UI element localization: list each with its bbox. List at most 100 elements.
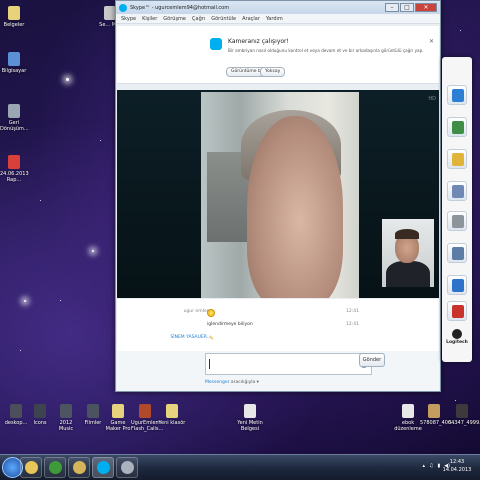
clock[interactable]: 12:43 14.04.2013 [437, 458, 477, 474]
folder-icon [8, 6, 20, 20]
desktop-icon-recycle-bin[interactable]: Geri Dönüşüm... [0, 104, 29, 132]
self-body [386, 261, 430, 287]
folder-icon [60, 404, 72, 418]
self-hair [395, 229, 419, 239]
image-file-icon [456, 404, 468, 418]
folder-icon [10, 404, 22, 418]
logitech-tool-record[interactable] [447, 301, 467, 321]
star [40, 200, 41, 201]
notice-close-icon[interactable]: ✕ [429, 38, 434, 45]
text-file-icon [244, 404, 256, 418]
desktop-icon-game-maker[interactable]: Game Maker Pro [104, 404, 132, 432]
taskbar-skype[interactable] [92, 457, 114, 478]
title-bar[interactable]: Skype™ - ugurcemlem94@hotmail.com – □ ✕ [116, 1, 440, 14]
ignore-button[interactable]: Yoksay [260, 67, 286, 77]
video-icon [452, 185, 464, 198]
smiley-emoticon-icon [207, 309, 215, 317]
remote-video [201, 92, 359, 298]
menu-view[interactable]: Görüntüle [211, 16, 236, 22]
chat-row: iglendirmeye biliyon 12:41 [117, 322, 439, 332]
taskbar-explorer[interactable] [20, 457, 42, 478]
camera-notice: Kameranız çalışıyor! Bir ambriyan nasıl … [117, 26, 439, 84]
star [66, 78, 69, 81]
logitech-logo: Logitech [444, 329, 470, 345]
chat-row: ugur emlem 12:41 [117, 309, 439, 319]
menu-tools[interactable]: Araçlar [242, 16, 260, 22]
typing-pencil-icon: ✎ [209, 335, 215, 342]
recycle-bin-icon [8, 104, 20, 118]
text-caret [209, 359, 210, 369]
explorer-icon [25, 461, 38, 474]
menu-skype[interactable]: Skype [121, 16, 136, 22]
taskbar-file-manager[interactable] [68, 457, 90, 478]
star [20, 350, 21, 351]
chat-time: 12:41 [346, 309, 359, 314]
menu-bar: Skype Kişiler Görüşme Çağrı Görüntüle Ar… [116, 14, 440, 24]
chrome-icon [49, 461, 62, 474]
logitech-tool-effects[interactable] [447, 149, 467, 169]
desktop-icon-new-folder[interactable]: Yeni klasör [158, 404, 186, 426]
video-call-area[interactable]: HD [117, 90, 439, 298]
desktop-icon-pdf[interactable]: 24.06.2013 Rap... [0, 155, 29, 183]
star [460, 30, 461, 31]
logitech-tool-video[interactable] [447, 181, 467, 201]
hd-badge: HD [428, 96, 436, 102]
compose-area: ☺ Gönder Messenger aracılığıyla ▾ [117, 351, 439, 391]
menu-help[interactable]: Yardım [266, 16, 283, 22]
remote-person-face [247, 116, 343, 298]
logitech-logo-icon [452, 329, 462, 339]
menu-conversation[interactable]: Görüşme [163, 16, 186, 22]
desktop-icon-music[interactable]: 2012 Music [52, 404, 80, 432]
logitech-tool-gallery[interactable] [447, 117, 467, 137]
computer-icon [8, 52, 20, 66]
gear-icon [452, 215, 464, 228]
taskbar: ▴ ♫ ▮ ◀) 12:43 14.04.2013 [0, 454, 480, 480]
maximize-button[interactable]: □ [400, 3, 414, 12]
skype-logo-icon [119, 3, 127, 12]
desktop-icon-text-document[interactable]: Yeni Metin Belgesi [236, 404, 264, 432]
window-title: Skype™ - ugurcemlem94@hotmail.com [130, 4, 230, 11]
message-input[interactable]: ☺ [205, 353, 372, 375]
taskbar-chrome[interactable] [44, 457, 66, 478]
desktop-icon-flash[interactable]: UgurEmlem Flash_Calis... [131, 404, 163, 432]
chat-sender: SİNEM YASAUER... [170, 335, 211, 340]
desktop-icon-documents[interactable]: Belgeler [0, 6, 28, 28]
clock-date: 14.04.2013 [442, 467, 472, 473]
desktop-icon-image-1[interactable]: 578087_400... [420, 404, 456, 426]
desktop-icon-computer[interactable]: Bilgisayar [0, 52, 28, 74]
logitech-tool-tasks[interactable] [447, 243, 467, 263]
menu-contacts[interactable]: Kişiler [142, 16, 157, 22]
close-button[interactable]: ✕ [415, 3, 437, 12]
desktop-icon-image-2[interactable]: 64347_4999... [448, 404, 480, 426]
self-preview-video[interactable] [382, 219, 434, 287]
user-icon [452, 89, 464, 102]
chat-message: iglendirmeye biliyon [207, 322, 253, 327]
star [92, 250, 94, 252]
logitech-sidebar: Logitech [442, 57, 472, 362]
taskbar-camera[interactable] [116, 457, 138, 478]
logitech-tool-user[interactable] [447, 85, 467, 105]
notice-text: Bir ambriyan nasıl olduğunu kontrol et v… [228, 48, 424, 53]
star [455, 400, 456, 401]
send-via-selector[interactable]: Messenger aracılığıyla ▾ [205, 380, 259, 385]
menu-call[interactable]: Çağrı [192, 16, 205, 22]
tray-expand-icon[interactable]: ▴ [422, 463, 425, 469]
send-button[interactable]: Gönder [359, 353, 385, 367]
notice-heading: Kameranız çalışıyor! [228, 38, 289, 45]
desktop-icon-icons[interactable]: Icons [26, 404, 54, 426]
logitech-label: Logitech [446, 340, 468, 345]
minimize-button[interactable]: – [385, 3, 399, 12]
desktop-icon-ebook[interactable]: ebok düzenleme [394, 404, 422, 432]
logitech-tool-settings[interactable] [447, 211, 467, 231]
logitech-tool-help[interactable] [447, 275, 467, 295]
tasks-icon [452, 247, 464, 260]
skype-window: Skype™ - ugurcemlem94@hotmail.com – □ ✕ … [115, 0, 441, 392]
chat-row: SİNEM YASAUER... ✎ [117, 335, 439, 345]
folder-icon [73, 461, 86, 474]
tray-audio-app-icon[interactable]: ♫ [429, 463, 433, 469]
image-file-icon [428, 404, 440, 418]
via-value: aracılığıyla ▾ [230, 380, 259, 385]
camera-icon [121, 461, 134, 474]
effects-icon [452, 153, 464, 166]
desktop-icon-films[interactable]: Filmler [79, 404, 107, 426]
